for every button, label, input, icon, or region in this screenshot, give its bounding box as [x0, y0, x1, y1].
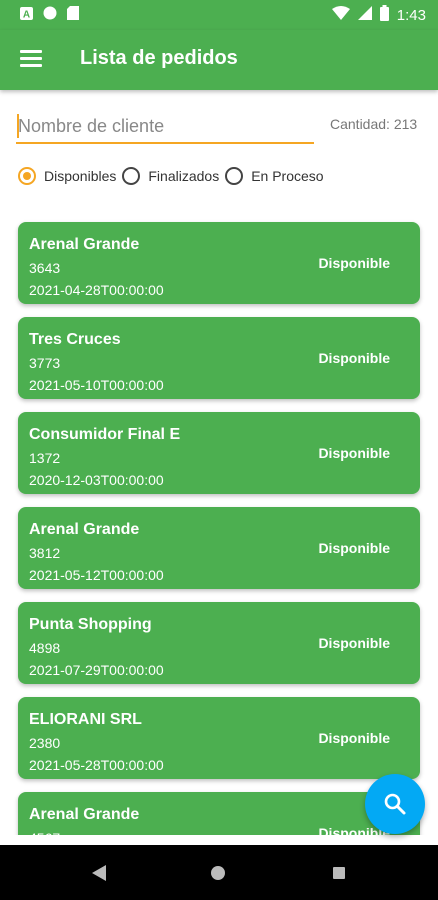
status-bar: A 1:43 [0, 0, 438, 30]
order-number: 2380 [29, 735, 61, 751]
order-status: Disponible [318, 350, 390, 366]
hamburger-menu-icon[interactable] [20, 50, 42, 68]
order-date: 2021-07-29T00:00:00 [29, 662, 164, 678]
order-card[interactable]: Arenal Grande 4567 Disponible [18, 792, 420, 835]
order-card[interactable]: ELIORANI SRL 2380 2021-05-28T00:00:00 Di… [18, 697, 420, 779]
filter-label: Disponibles [44, 168, 117, 184]
page-title: Lista de pedidos [80, 47, 238, 69]
order-number: 4567 [29, 830, 60, 835]
order-number: 3812 [29, 545, 61, 561]
order-client-name: Arenal Grande [29, 236, 140, 253]
recent-apps-icon[interactable] [333, 867, 345, 879]
status-filter-group: Disponibles Finalizados En Proceso [18, 167, 330, 185]
order-card[interactable]: Arenal Grande 3643 2021-04-28T00:00:00 D… [18, 222, 420, 304]
wifi-icon [331, 6, 350, 24]
quantity-count: Cantidad: 213 [330, 116, 418, 132]
order-date: 2021-05-10T00:00:00 [29, 377, 164, 393]
radio-checked-icon [18, 167, 36, 185]
order-client-name: Consumidor Final E [29, 426, 181, 443]
back-icon[interactable] [92, 865, 106, 886]
order-card[interactable]: Consumidor Final E 1372 2020-12-03T00:00… [18, 412, 420, 494]
order-date: 2021-04-28T00:00:00 [29, 282, 164, 298]
radio-unchecked-icon [225, 167, 244, 185]
order-card[interactable]: Arenal Grande 3812 2021-05-12T00:00:00 D… [18, 507, 420, 589]
order-date: 2021-05-12T00:00:00 [29, 567, 164, 583]
filter-label: Finalizados [148, 168, 220, 184]
search-icon [384, 793, 406, 815]
order-number: 3643 [29, 260, 61, 276]
order-client-name: Arenal Grande [29, 521, 140, 538]
order-card[interactable]: Punta Shopping 4898 2021-07-29T00:00:00 … [18, 602, 420, 684]
order-date: 2020-12-03T00:00:00 [29, 472, 164, 488]
home-icon[interactable] [211, 866, 225, 880]
order-client-name: Tres Cruces [29, 331, 121, 348]
signal-icon [357, 6, 372, 24]
order-number: 3773 [29, 355, 61, 371]
sd-card-icon [67, 6, 79, 24]
order-status: Disponible [318, 635, 390, 651]
text-cursor [17, 114, 19, 138]
svg-text:A: A [23, 9, 30, 20]
a-notification-icon: A [20, 6, 33, 24]
order-client-name: ELIORANI SRL [29, 711, 142, 728]
battery-icon [379, 5, 389, 25]
circle-notification-icon [43, 6, 57, 24]
search-fab-button[interactable] [365, 774, 425, 834]
filter-en-proceso-radio[interactable]: En Proceso [225, 167, 324, 185]
order-status: Disponible [318, 540, 390, 556]
status-time: 1:43 [396, 6, 426, 24]
client-name-search-input[interactable] [16, 110, 314, 144]
filter-label: En Proceso [251, 168, 324, 184]
order-list[interactable]: Arenal Grande 3643 2021-04-28T00:00:00 D… [0, 210, 438, 835]
app-bar: Lista de pedidos [0, 30, 438, 90]
order-date: 2021-05-28T00:00:00 [29, 757, 164, 773]
order-client-name: Punta Shopping [29, 616, 152, 633]
order-number: 1372 [29, 450, 61, 466]
filter-disponibles-radio[interactable]: Disponibles [18, 167, 116, 185]
order-client-name: Arenal Grande [29, 806, 140, 823]
system-nav-bar [0, 845, 438, 900]
order-status: Disponible [318, 255, 390, 271]
order-number: 4898 [29, 640, 61, 656]
radio-unchecked-icon [122, 167, 141, 185]
order-status: Disponible [318, 730, 390, 746]
order-status: Disponible [318, 445, 390, 461]
order-card[interactable]: Tres Cruces 3773 2021-05-10T00:00:00 Dis… [18, 317, 420, 399]
filter-finalizados-radio[interactable]: Finalizados [122, 167, 219, 185]
